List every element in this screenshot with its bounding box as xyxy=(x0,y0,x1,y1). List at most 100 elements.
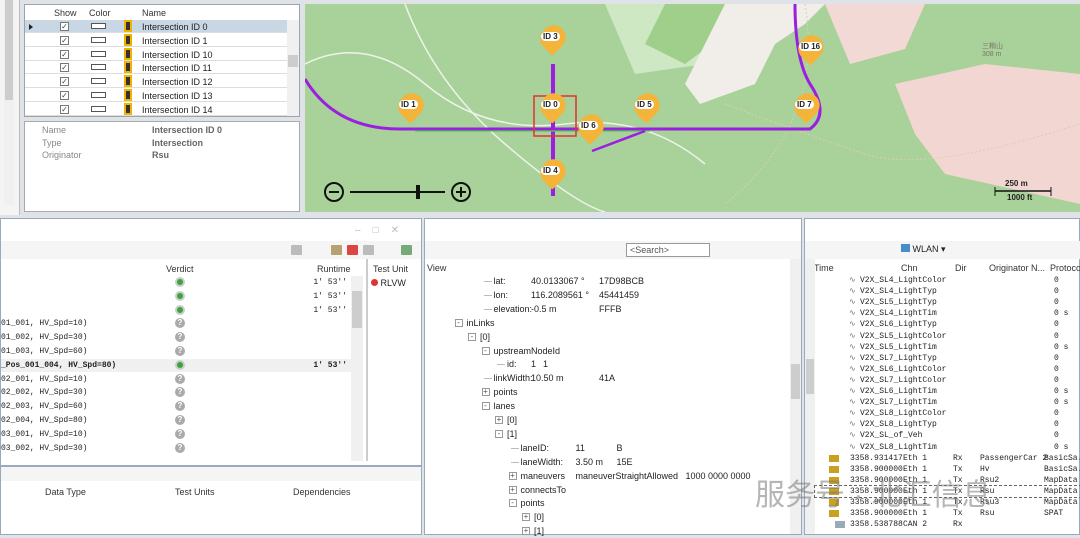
col-originator[interactable]: Originator N... xyxy=(989,263,1045,273)
test-row[interactable]: _Pos_001_004, HV_Spd=80) 1′ 53′′ xyxy=(1,358,351,372)
color-swatch[interactable] xyxy=(91,23,106,29)
tree-node[interactable]: + [1] xyxy=(425,525,790,538)
col-test-units[interactable]: Test Units xyxy=(175,487,215,497)
tree-node[interactable]: lon: 116.2089561 ° 45441459 xyxy=(425,289,790,302)
col-test-unit[interactable]: Test Unit xyxy=(373,264,408,274)
signal-row[interactable]: ∿ V2X_SL6_LightTim 0 s xyxy=(815,386,1080,397)
signal-row[interactable]: ∿ V2X_SL4_LightTim 0 s xyxy=(815,308,1080,319)
tree-node[interactable]: laneID: 11 B xyxy=(425,442,790,455)
table-row[interactable]: ✓ Intersection ID 1 xyxy=(25,33,287,47)
signal-row[interactable]: ∿ V2X_SL8_LightTyp 0 xyxy=(815,419,1080,430)
message-row[interactable]: 3358.931417Eth 1 Rx PassengerCar 2BasicSa.… xyxy=(815,453,1080,464)
signal-row[interactable]: ∿ V2X_SL4_LightTyp 0 xyxy=(815,286,1080,297)
toolbar-icon[interactable] xyxy=(331,245,342,255)
tree-node[interactable]: + maneuvers maneuverStraightAllowed 1000 00… xyxy=(425,470,790,483)
col-verdict[interactable]: Verdict xyxy=(166,264,194,274)
color-swatch[interactable] xyxy=(91,78,106,85)
tree-node[interactable]: - [0] xyxy=(425,331,790,344)
collapse-icon[interactable]: - xyxy=(454,318,463,327)
tree-node[interactable]: - inLinks xyxy=(425,317,790,330)
test-row[interactable]: 01_002, HV_Spd=30)? xyxy=(1,331,351,344)
test-row[interactable]: 1′ 53′′ xyxy=(1,276,351,289)
test-row[interactable]: 02_002, HV_Spd=30)? xyxy=(1,386,351,399)
test-row[interactable]: 03_002, HV_Spd=30)? xyxy=(1,442,351,455)
show-checkbox[interactable]: ✓ xyxy=(60,104,69,114)
zoom-out-button[interactable] xyxy=(325,183,343,201)
table-row[interactable]: ✓ Intersection ID 0 xyxy=(25,20,287,33)
toolbar-icon[interactable] xyxy=(401,245,412,255)
tree-node[interactable]: - points xyxy=(425,497,790,510)
tree-node[interactable]: laneWidth: 3.50 m 15E xyxy=(425,456,790,469)
signal-row[interactable]: ∿ V2X_SL8_LightTim 0 s xyxy=(815,442,1080,453)
show-checkbox[interactable]: ✓ xyxy=(60,35,69,45)
color-swatch[interactable] xyxy=(91,50,106,57)
toolbar-icon[interactable] xyxy=(347,245,358,255)
intersection-pin[interactable]: ID 5 xyxy=(629,88,665,124)
expand-icon[interactable]: + xyxy=(508,471,517,480)
signal-row[interactable]: ∿ V2X_SL4_LightColor 0 xyxy=(815,275,1080,286)
signal-row[interactable]: ∿ V2X_SL7_LightTim 0 s xyxy=(815,397,1080,408)
expand-icon[interactable]: + xyxy=(522,527,530,536)
signal-row[interactable]: ∿ V2X_SL6_LightColor 0 xyxy=(815,364,1080,375)
expand-icon[interactable]: + xyxy=(495,416,503,424)
color-swatch[interactable] xyxy=(91,105,106,112)
signal-row[interactable]: ∿ V2X_SL8_LightColor 0 xyxy=(815,408,1080,419)
collapse-icon[interactable]: - xyxy=(508,499,517,508)
window-controls[interactable]: –□✕ xyxy=(355,225,411,236)
tree-node[interactable]: - upstreamNodeId xyxy=(425,345,790,358)
expand-icon[interactable]: + xyxy=(522,513,530,522)
tree-node[interactable]: + [0] xyxy=(425,511,790,524)
signal-row[interactable]: ∿ V2X_SL6_LightTyp 0 xyxy=(815,319,1080,330)
collapse-icon[interactable]: - xyxy=(481,346,490,355)
tree-node[interactable]: elevation: -0.5 m FFFB xyxy=(425,303,790,316)
tree-node[interactable]: + connectsTo xyxy=(425,484,790,497)
toolbar-icon[interactable] xyxy=(363,245,374,255)
collapse-icon[interactable]: - xyxy=(481,402,490,411)
signal-row[interactable]: ∿ V2X_SL7_LightTyp 0 xyxy=(815,353,1080,364)
col-show[interactable]: Show xyxy=(54,8,77,18)
test-row[interactable]: 01_003, HV_Spd=60)? xyxy=(1,345,351,358)
tree-node[interactable]: - [1] xyxy=(425,428,790,441)
left-scrollbar[interactable] xyxy=(4,0,14,205)
show-checkbox[interactable]: ✓ xyxy=(60,91,69,100)
table-row[interactable]: ✓ Intersection ID 11 xyxy=(25,61,287,75)
intersection-pin[interactable]: ID 4 xyxy=(535,154,571,190)
intersection-pin[interactable]: ID 6 xyxy=(573,109,609,145)
collapse-icon[interactable]: - xyxy=(468,332,476,341)
intersection-pin[interactable]: ID 1 xyxy=(393,88,429,124)
map-view[interactable]: ID 3 ID 1 ID 0 ID 5 ID 6 ID 4 ID 16 ID 7 250 m … xyxy=(305,4,1080,212)
toolbar-icon[interactable] xyxy=(291,245,302,255)
col-protocol[interactable]: Protoco xyxy=(1050,263,1080,273)
zoom-slider[interactable] xyxy=(324,182,471,202)
intersection-pin[interactable]: ID 7 xyxy=(789,88,825,124)
test-row[interactable]: 02_001, HV_Spd=10)? xyxy=(1,373,351,386)
show-checkbox[interactable]: ✓ xyxy=(60,63,69,73)
col-runtime[interactable]: Runtime xyxy=(317,264,351,274)
collapse-icon[interactable]: - xyxy=(495,429,503,438)
test-unit-item[interactable]: RLVW xyxy=(371,278,406,288)
tree-node[interactable]: lat: 40.0133067 ° 17D98BCB xyxy=(425,275,790,288)
test-row[interactable]: 03_001, HV_Spd=10)? xyxy=(1,428,351,441)
tree-node[interactable]: id: 1 1 xyxy=(425,358,790,371)
color-swatch[interactable] xyxy=(91,92,106,98)
table-row[interactable]: ✓ Intersection ID 10 xyxy=(25,47,287,61)
tree-node[interactable]: + points xyxy=(425,386,790,399)
tree-node[interactable]: - lanes xyxy=(425,400,790,413)
zoom-in-button[interactable] xyxy=(452,183,470,201)
col-chn[interactable]: Chn xyxy=(901,263,918,273)
tree-node[interactable]: + [0] xyxy=(425,414,790,427)
expand-icon[interactable]: + xyxy=(481,388,490,397)
test-row[interactable]: 1′ 53′′ xyxy=(1,304,351,317)
signal-row[interactable]: ∿ V2X_SL5_LightTyp 0 xyxy=(815,297,1080,308)
message-row[interactable]: 3358.538788 CAN 2 Rx xyxy=(815,519,1080,530)
color-swatch[interactable] xyxy=(91,36,106,43)
col-dependencies[interactable]: Dependencies xyxy=(293,487,351,497)
show-checkbox[interactable]: ✓ xyxy=(60,22,69,31)
col-time[interactable]: Time xyxy=(814,263,834,273)
expand-icon[interactable]: + xyxy=(508,485,517,494)
search-combo[interactable]: <Search> xyxy=(626,243,710,257)
table-scrollbar[interactable] xyxy=(287,20,299,116)
intersection-pin[interactable]: ID 0 xyxy=(535,88,571,124)
signal-row[interactable]: ∿ V2X_SL7_LightColor 0 xyxy=(815,375,1080,386)
table-row[interactable]: ✓ Intersection ID 14 xyxy=(25,102,287,116)
